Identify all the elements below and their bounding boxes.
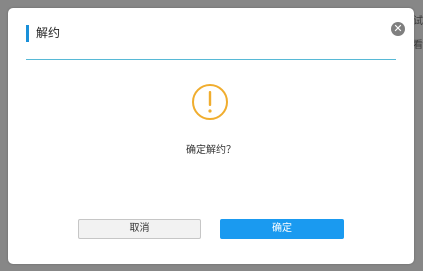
cancel-button[interactable]: 取消 bbox=[78, 219, 201, 239]
confirm-button[interactable]: 确定 bbox=[220, 219, 344, 239]
title-accent-bar bbox=[26, 25, 29, 42]
background-text: 试 bbox=[413, 16, 423, 27]
dialog-header: 解约 bbox=[26, 23, 396, 60]
dialog-title: 解约 bbox=[36, 26, 61, 40]
background-text: 看 bbox=[413, 40, 423, 51]
warning-icon bbox=[192, 84, 228, 120]
cancel-contract-dialog: 解约 ✕ 确定解约？ 取消 确定 bbox=[8, 8, 414, 264]
close-icon[interactable]: ✕ bbox=[391, 22, 405, 36]
confirm-message: 确定解约？ bbox=[186, 145, 236, 156]
